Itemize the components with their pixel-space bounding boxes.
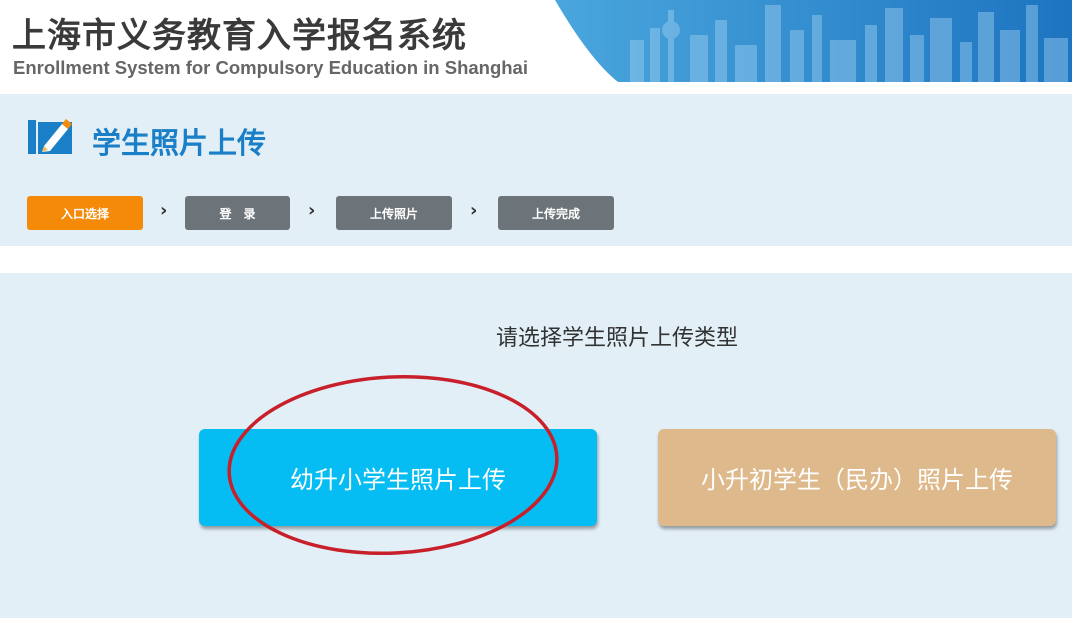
step-login[interactable]: 登 录 [185,196,290,230]
divider-band [0,246,1072,273]
step-upload-photo[interactable]: 上传照片 [336,196,452,230]
site-header: 上海市义务教育入学报名系统 Enrollment System for Comp… [0,0,1072,94]
primary-to-junior-private-upload-button[interactable]: 小升初学生（民办）照片上传 [658,429,1056,526]
step-upload-complete[interactable]: 上传完成 [498,196,614,230]
chevron-right-icon: › [160,200,168,221]
chevron-right-icon: › [308,200,316,221]
page-title: 学生照片上传 [92,126,267,160]
edit-pencil-icon [28,119,72,154]
site-subtitle: Enrollment System for Compulsory Educati… [13,57,528,78]
kindergarten-to-primary-upload-button[interactable]: 幼升小学生照片上传 [199,429,597,526]
site-title: 上海市义务教育入学报名系统 [12,16,467,56]
step-entry-selection[interactable]: 入口选择 [27,196,143,230]
upload-type-prompt: 请选择学生照片上传类型 [496,326,739,351]
chevron-right-icon: › [470,200,478,221]
